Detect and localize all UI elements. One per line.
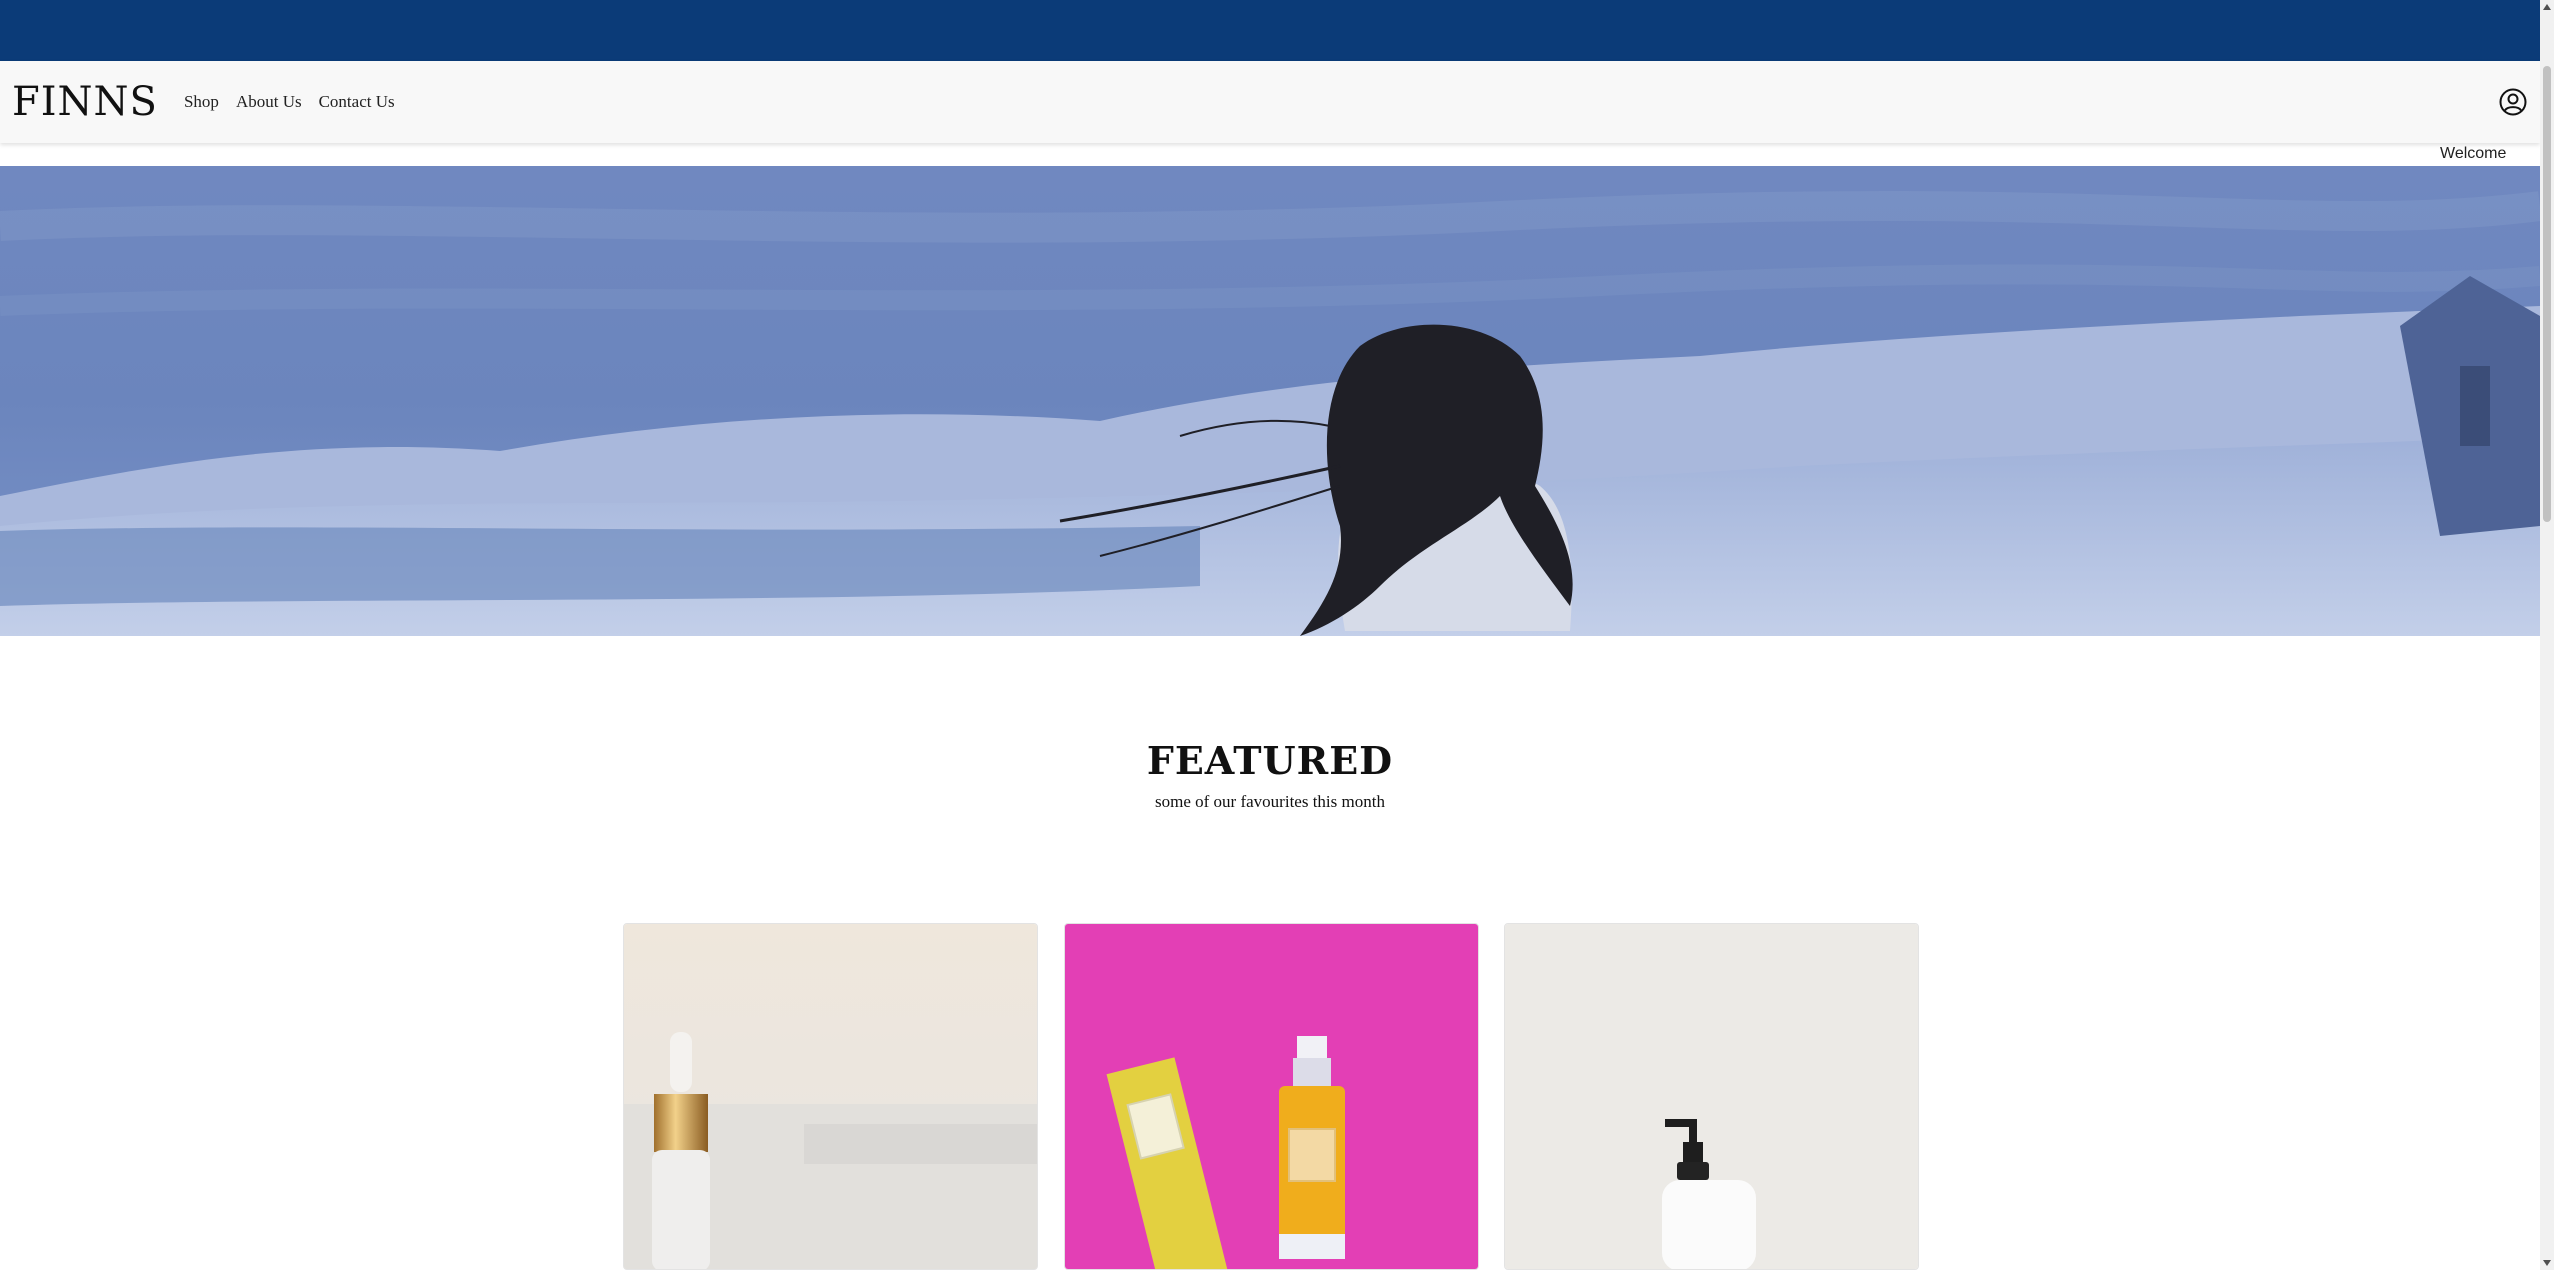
main-nav: Shop About Us Contact Us — [184, 92, 395, 112]
scroll-up-icon[interactable] — [2543, 4, 2551, 10]
product-image-serum — [624, 924, 1037, 1269]
nav-link-shop[interactable]: Shop — [184, 92, 219, 112]
navbar: FINNS Shop About Us Contact Us — [0, 61, 2540, 143]
featured-section: FEATURED some of our favourites this mon… — [0, 740, 2540, 812]
account-user-icon[interactable] — [2498, 87, 2528, 117]
hero-image — [0, 166, 2540, 636]
product-image-lotion — [1505, 924, 1918, 1269]
scroll-down-icon[interactable] — [2543, 1260, 2551, 1266]
brand-logo[interactable]: FINNS — [12, 82, 158, 122]
product-card-2[interactable] — [1064, 923, 1479, 1270]
scroll-thumb[interactable] — [2543, 66, 2551, 522]
featured-subtitle: some of our favourites this month — [1155, 791, 1385, 811]
nav-link-about-us[interactable]: About Us — [236, 92, 302, 112]
product-card-1[interactable] — [623, 923, 1038, 1270]
welcome-text: Welcome — [2440, 145, 2507, 162]
product-image-yellow-set — [1065, 924, 1478, 1269]
hero-banner — [0, 166, 2540, 636]
nav-link-contact-us[interactable]: Contact Us — [319, 92, 395, 112]
featured-title: FEATURED — [1146, 738, 1394, 783]
page-scrollbar[interactable] — [2540, 0, 2554, 1270]
product-card-3[interactable] — [1504, 923, 1919, 1270]
top-announcement-bar — [0, 0, 2540, 61]
